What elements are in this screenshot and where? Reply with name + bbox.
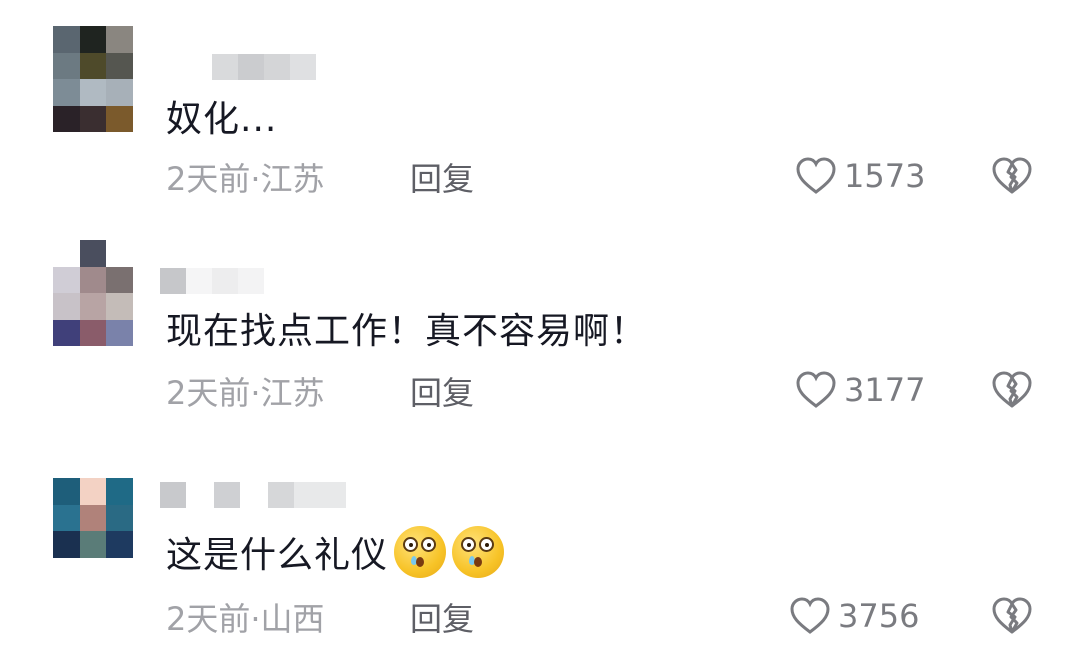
like-button[interactable]: 3177 <box>794 370 925 410</box>
username-blur-block <box>268 482 294 508</box>
username-blur-block <box>294 482 346 508</box>
comment-text-content: 这是什么礼仪 <box>166 535 389 576</box>
reply-button[interactable]: 回复 <box>410 154 474 200</box>
avatar-pixel <box>106 52 133 79</box>
username-blur-block <box>290 54 316 80</box>
avatar-pixel <box>106 319 133 346</box>
comment-time: 2天前 <box>166 374 251 412</box>
comment-text-content: 奴化... <box>166 99 278 140</box>
username-blur-block <box>160 482 186 508</box>
avatar-pixel <box>106 478 133 505</box>
username-blur-block <box>212 268 238 294</box>
meta-separator: · <box>250 160 261 198</box>
heart-outline-icon <box>796 157 836 194</box>
comment-text: 奴化... <box>166 90 277 142</box>
drooling-face-emoji-icon <box>394 526 447 578</box>
avatar-pixel <box>106 240 133 267</box>
username[interactable] <box>160 482 346 510</box>
avatar-pixel <box>79 319 107 346</box>
avatar-pixel <box>106 105 133 132</box>
like-button[interactable]: 3756 <box>788 596 919 636</box>
username-blur-block <box>186 268 212 294</box>
avatar-pixel <box>53 319 80 346</box>
meta-separator: · <box>250 600 261 638</box>
avatar-pixel <box>53 557 80 584</box>
avatar[interactable] <box>53 26 133 132</box>
username[interactable] <box>160 268 264 296</box>
avatar-pixel <box>79 266 107 293</box>
avatar[interactable] <box>53 240 133 346</box>
broken-heart-icon <box>992 157 1032 194</box>
username-blur-block <box>212 54 238 80</box>
avatar-pixel <box>79 504 107 531</box>
like-button[interactable]: 1573 <box>794 156 925 196</box>
comment-text: 这是什么礼仪 <box>166 526 505 578</box>
avatar-pixel <box>79 478 107 505</box>
like-count: 3756 <box>838 597 920 635</box>
avatar-pixel <box>79 26 107 53</box>
avatar-pixel <box>106 26 133 53</box>
avatar-pixel <box>53 478 80 505</box>
username-blur-block <box>264 54 290 80</box>
username-blur-block <box>238 268 264 294</box>
comment-text: 现在找点工作！真不容易啊！ <box>166 302 647 354</box>
avatar[interactable] <box>53 478 133 584</box>
avatar-pixel <box>53 504 80 531</box>
heart-outline-icon <box>796 371 836 408</box>
comment-time: 2天前 <box>166 600 251 638</box>
avatar-pixel <box>79 79 107 106</box>
reply-button[interactable]: 回复 <box>410 368 474 414</box>
avatar-pixel <box>106 504 133 531</box>
comment-meta: 2天前·江苏 <box>166 368 325 414</box>
username-blur-block <box>214 482 240 508</box>
heart-outline-icon <box>790 597 830 634</box>
comment-location: 江苏 <box>260 374 325 412</box>
like-count: 1573 <box>844 157 926 195</box>
username-blur-block <box>238 54 264 80</box>
broken-heart-icon <box>992 371 1032 408</box>
drooling-face-emoji-icon <box>452 526 505 578</box>
avatar-pixel <box>53 79 80 106</box>
avatar-pixel <box>53 52 80 79</box>
avatar-pixel <box>106 79 133 106</box>
avatar-pixel <box>106 266 133 293</box>
avatar-pixel <box>79 531 107 558</box>
comment-text-content: 现在找点工作！真不容易啊！ <box>166 311 648 352</box>
avatar-pixel <box>79 557 107 584</box>
meta-separator: · <box>250 374 261 412</box>
comment-location: 山西 <box>260 600 325 638</box>
comment-location: 江苏 <box>260 160 325 198</box>
avatar-pixel <box>106 293 133 320</box>
avatar-pixel <box>53 26 80 53</box>
avatar-pixel <box>79 240 107 267</box>
dislike-button[interactable] <box>990 156 1034 200</box>
avatar-pixel <box>53 531 80 558</box>
avatar-pixel <box>53 240 80 267</box>
avatar-pixel <box>53 266 80 293</box>
avatar-pixel <box>106 557 133 584</box>
username-blur-block <box>160 268 186 294</box>
avatar-pixel <box>53 293 80 320</box>
avatar-pixel <box>53 105 80 132</box>
avatar-pixel <box>79 293 107 320</box>
dislike-button[interactable] <box>990 370 1034 414</box>
broken-heart-icon <box>992 597 1032 634</box>
dislike-button[interactable] <box>990 596 1034 640</box>
avatar-pixel <box>79 52 107 79</box>
avatar-pixel <box>106 531 133 558</box>
comment-meta: 2天前·江苏 <box>166 154 325 200</box>
like-count: 3177 <box>844 371 926 409</box>
comment-meta: 2天前·山西 <box>166 594 325 640</box>
comment-time: 2天前 <box>166 160 251 198</box>
username[interactable] <box>212 54 316 82</box>
avatar-pixel <box>79 105 107 132</box>
reply-button[interactable]: 回复 <box>410 594 474 640</box>
